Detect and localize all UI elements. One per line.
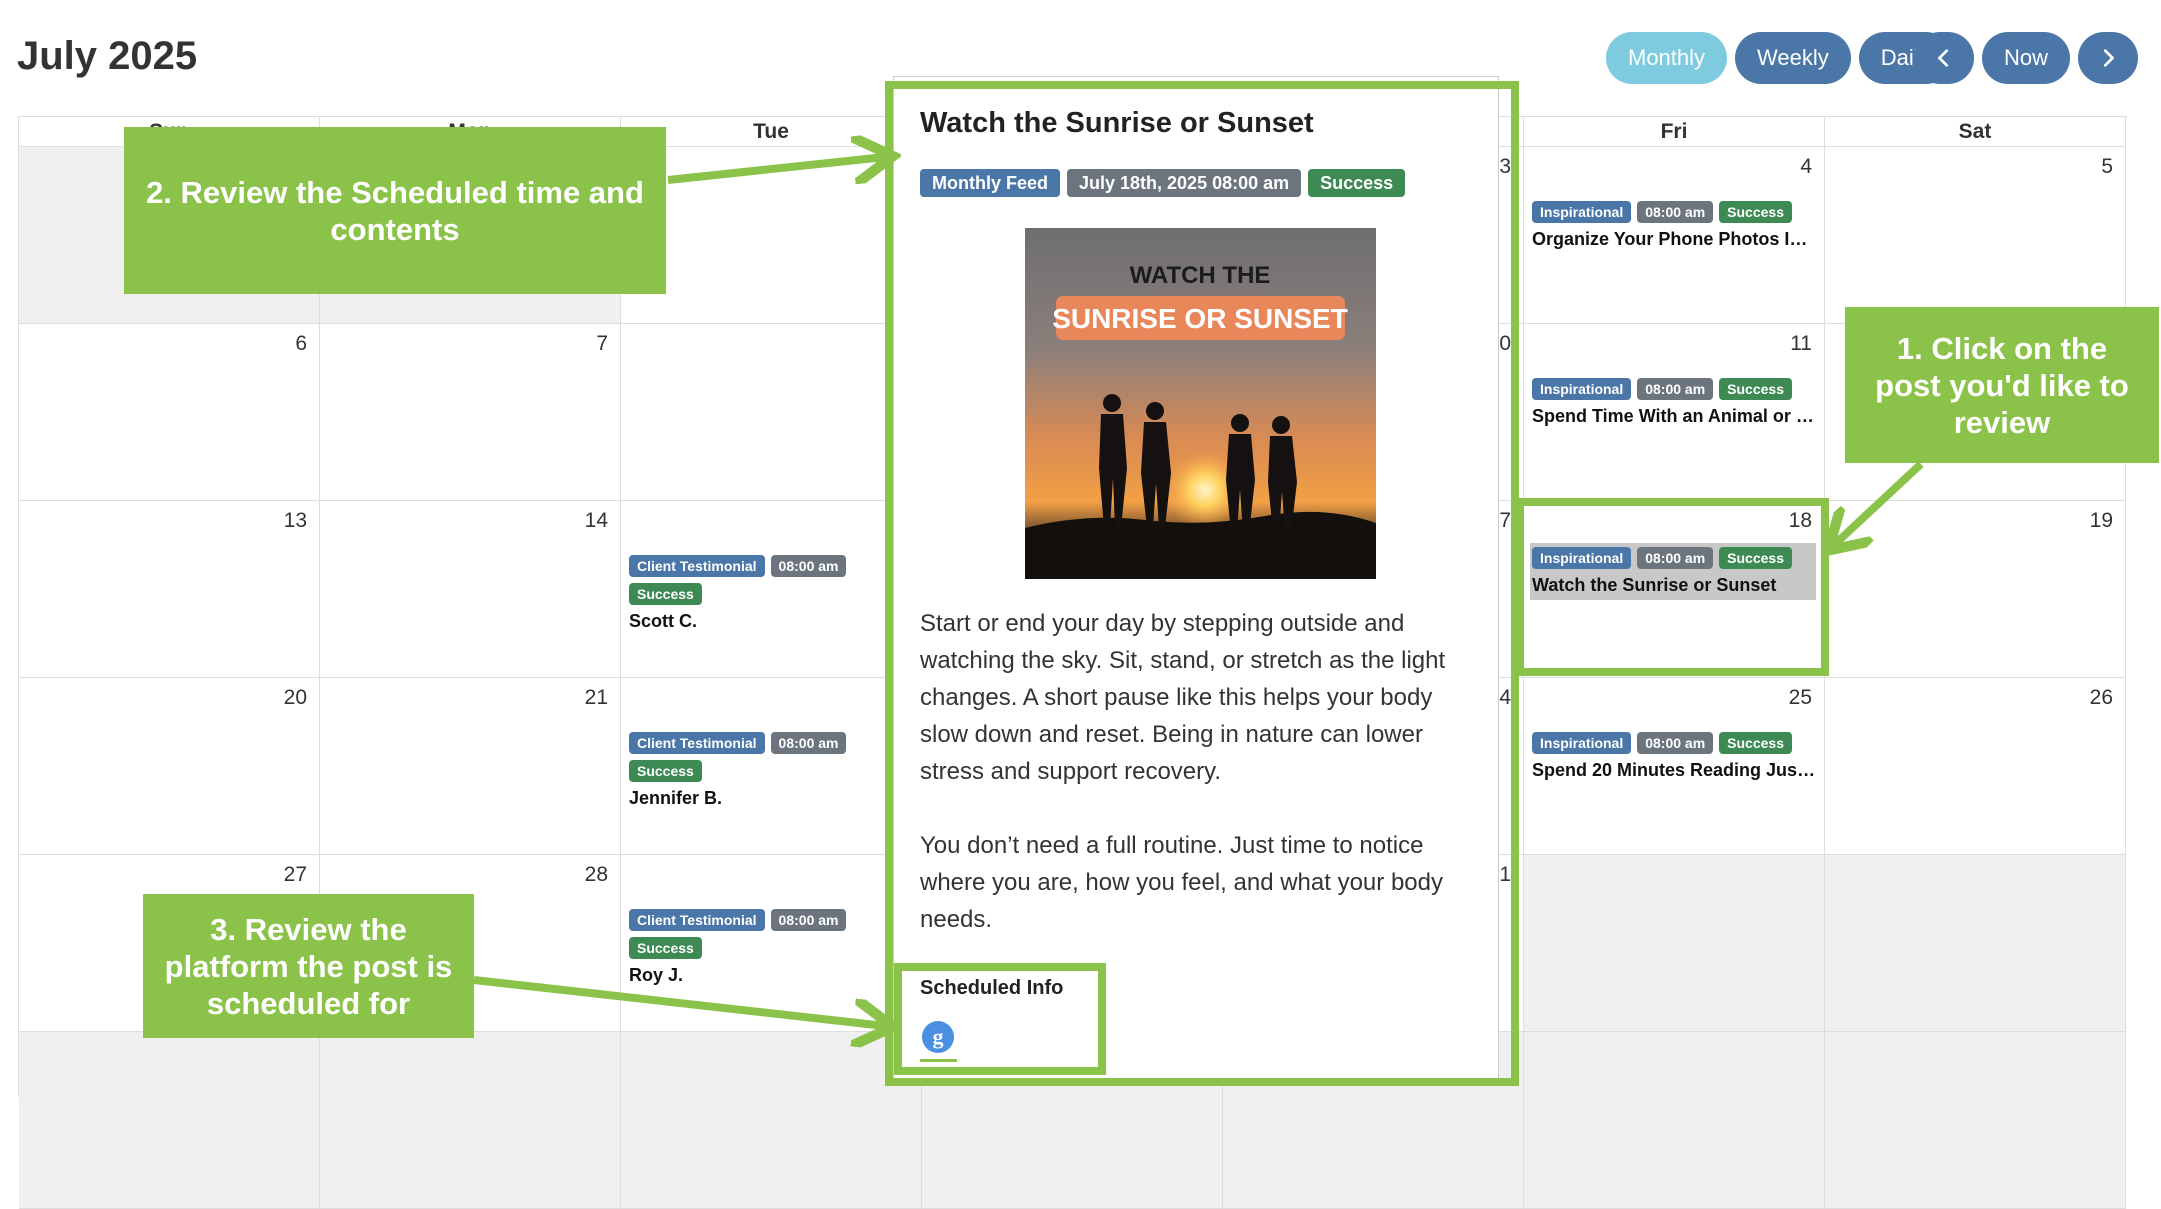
time-badge: 08:00 am — [770, 909, 847, 931]
day-cell[interactable]: 25 Inspirational 08:00 am Success Spend 20 M… — [1524, 678, 1825, 855]
chevron-left-icon — [1938, 49, 1949, 67]
event-title: Roy J. — [629, 965, 684, 985]
day-cell[interactable]: 5 — [1825, 147, 2126, 324]
day-cell[interactable]: 26 — [1825, 678, 2126, 855]
time-badge: 08:00 am — [1637, 378, 1714, 400]
monthly-view-button[interactable]: Monthly — [1606, 32, 1728, 84]
weekday-header-cell: Sat — [1825, 117, 2126, 147]
day-cell[interactable] — [1825, 855, 2126, 1032]
day-cell[interactable]: 22Client Testimonial08:00 amSuccessJenni… — [621, 678, 922, 855]
event-title: Scott C. — [629, 611, 698, 631]
day-cell[interactable]: 13 — [19, 501, 320, 678]
calendar-event[interactable]: Client Testimonial 08:00 am Success Scott C… — [629, 555, 913, 632]
category-badge: Client Testimonial — [629, 909, 765, 931]
view-switcher: Monthly Weekly Daily — [1606, 32, 1952, 84]
callout-step-2: 2. Review the Scheduled time and content… — [124, 127, 666, 294]
event-title: Spend 20 Minutes Reading Just ... — [1532, 760, 1816, 780]
day-cell[interactable]: 6 — [19, 324, 320, 501]
day-number: 21 — [584, 686, 608, 709]
status-badge: Success — [1719, 732, 1792, 754]
time-badge: 08:00 am — [1637, 732, 1714, 754]
popup-highlight-box — [885, 81, 1519, 1086]
day-number: 19 — [2089, 509, 2113, 532]
day-number: 26 — [2089, 686, 2113, 709]
category-badge: Inspirational — [1532, 378, 1632, 400]
category-badge: Client Testimonial — [629, 732, 765, 754]
day-number: 13 — [283, 509, 307, 532]
platform-highlight-box — [894, 963, 1106, 1075]
chevron-right-icon — [2103, 49, 2114, 67]
event-title: Spend Time With an Animal or L... — [1532, 406, 1816, 426]
status-badge: Success — [629, 937, 702, 959]
day-cell[interactable]: 4 Inspirational 08:00 am Success Organize Yo… — [1524, 147, 1825, 324]
next-button[interactable] — [2078, 32, 2139, 84]
calendar-event[interactable]: Inspirational 08:00 am Success Spend Time W… — [1532, 378, 1816, 427]
day-cell[interactable]: 20 — [19, 678, 320, 855]
status-badge: Success — [1719, 201, 1792, 223]
callout-step-1: 1. Click on the post you'd like to revie… — [1845, 307, 2159, 463]
category-badge: Inspirational — [1532, 201, 1632, 223]
event-title: Jennifer B. — [629, 788, 723, 808]
weekday-header-cell: Fri — [1524, 117, 1825, 147]
event-badges: Inspirational 08:00 am Success — [1532, 201, 1816, 223]
day-cell[interactable] — [1825, 1032, 2126, 1209]
day-number: 5 — [2101, 155, 2113, 178]
day-cell[interactable]: 19 — [1825, 501, 2126, 678]
event-badges: Inspirational 08:00 am Success — [1532, 732, 1816, 754]
day-cell[interactable] — [320, 1032, 621, 1209]
calendar-event[interactable]: Client Testimonial 08:00 am Success Roy J. — [629, 909, 913, 986]
time-badge: 08:00 am — [1637, 201, 1714, 223]
day-cell[interactable]: 11 Inspirational 08:00 am Success Spend Time… — [1524, 324, 1825, 501]
calendar-event[interactable]: Inspirational 08:00 am Success Organize You… — [1532, 201, 1816, 250]
day-cell[interactable]: 8 — [621, 324, 922, 501]
weekday-header-cell: Tue — [621, 117, 922, 147]
event-title: Organize Your Phone Photos Int... — [1532, 229, 1816, 249]
event-highlight-box — [1516, 498, 1829, 676]
day-cell[interactable] — [1524, 1032, 1825, 1209]
date-navigation: Now — [1914, 32, 2139, 84]
day-number: 7 — [596, 332, 608, 355]
category-badge: Client Testimonial — [629, 555, 765, 577]
day-cell[interactable]: 29Client Testimonial08:00 amSuccessRoy J… — [621, 855, 922, 1032]
event-badges: Client Testimonial 08:00 am Success — [629, 732, 913, 782]
day-number: 6 — [295, 332, 307, 355]
day-cell[interactable] — [1524, 855, 1825, 1032]
day-number: 4 — [1800, 155, 1812, 178]
day-cell[interactable] — [19, 1032, 320, 1209]
weekly-view-button[interactable]: Weekly — [1735, 32, 1851, 84]
day-number: 27 — [283, 863, 307, 886]
status-badge: Success — [1719, 378, 1792, 400]
day-cell[interactable]: 7 — [320, 324, 621, 501]
event-badges: Client Testimonial 08:00 am Success — [629, 555, 913, 605]
day-cell[interactable]: 14 — [320, 501, 621, 678]
day-number: 14 — [584, 509, 608, 532]
time-badge: 08:00 am — [770, 732, 847, 754]
event-badges: Client Testimonial 08:00 am Success — [629, 909, 913, 959]
day-number: 11 — [1790, 332, 1812, 355]
now-button[interactable]: Now — [1982, 32, 2071, 84]
day-number: 25 — [1788, 686, 1812, 709]
day-number: 28 — [584, 863, 608, 886]
category-badge: Inspirational — [1532, 732, 1632, 754]
calendar-event[interactable]: Client Testimonial 08:00 am Success Jennife… — [629, 732, 913, 809]
day-number: 20 — [283, 686, 307, 709]
day-cell[interactable]: 21 — [320, 678, 621, 855]
day-cell[interactable]: 1 — [621, 147, 922, 324]
callout-step-3: 3. Review the platform the post is sched… — [143, 894, 474, 1038]
status-badge: Success — [629, 760, 702, 782]
day-cell[interactable] — [621, 1032, 922, 1209]
calendar-title: July 2025 — [17, 34, 198, 78]
calendar-event[interactable]: Inspirational 08:00 am Success Spend 20 Min… — [1532, 732, 1816, 781]
event-badges: Inspirational 08:00 am Success — [1532, 378, 1816, 400]
previous-button[interactable] — [1914, 32, 1974, 84]
time-badge: 08:00 am — [770, 555, 847, 577]
day-cell[interactable]: 15Client Testimonial08:00 amSuccessScott… — [621, 501, 922, 678]
status-badge: Success — [629, 583, 702, 605]
